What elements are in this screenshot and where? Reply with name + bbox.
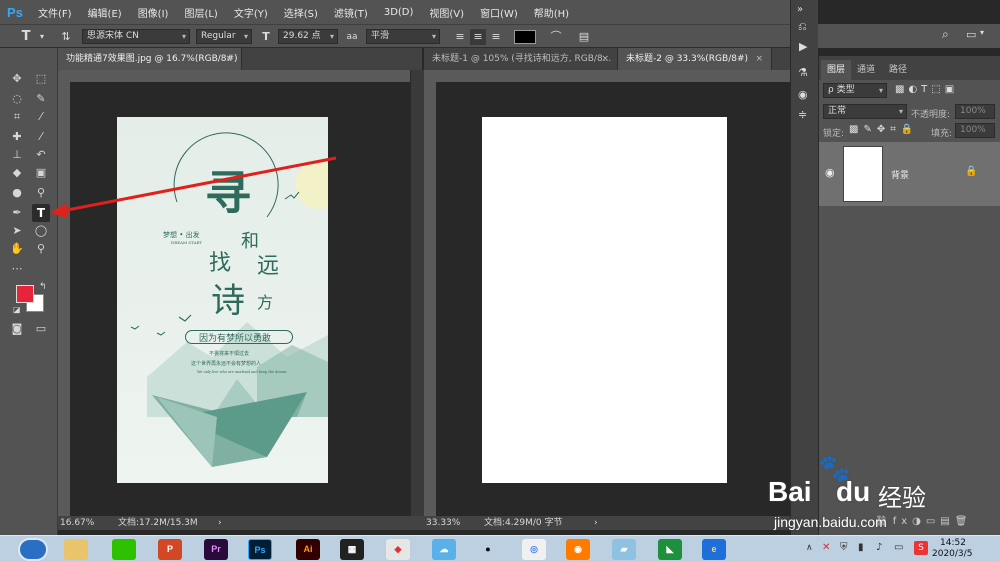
taskbar: P Pr Ps Ai ▦ ◆ ☁ ● ◎ ◉ ▰ ◣ e ∧ ✕ ⛨ ▮ ♪ ▭… bbox=[0, 535, 1000, 562]
chrome-icon[interactable]: ◎ bbox=[522, 539, 546, 560]
watermark-brand-2: du bbox=[836, 476, 871, 507]
watermark-url: jingyan.baidu.com bbox=[774, 514, 887, 530]
file-explorer-icon[interactable] bbox=[64, 539, 88, 560]
clock-date[interactable]: 2020/3/5 bbox=[932, 549, 972, 559]
cloud-app-icon[interactable]: ☁ bbox=[432, 539, 456, 560]
watermark-brand: Bai bbox=[768, 476, 812, 507]
tray-display-icon[interactable]: ▭ bbox=[894, 542, 903, 553]
tray-network-icon[interactable]: ✕ bbox=[822, 542, 830, 553]
wechat-icon[interactable] bbox=[112, 539, 136, 560]
clock-time[interactable]: 14:52 bbox=[940, 538, 966, 548]
browser-icon[interactable]: ◉ bbox=[566, 539, 590, 560]
tray-security-icon[interactable]: ⛨ bbox=[840, 542, 848, 553]
ime-sogou-icon[interactable]: S bbox=[914, 541, 928, 555]
tray-volume-icon[interactable]: ♪ bbox=[876, 542, 882, 553]
notes-app-icon[interactable]: ▰ bbox=[612, 539, 636, 560]
illustrator-icon[interactable]: Ai bbox=[296, 539, 320, 560]
start-button[interactable] bbox=[18, 538, 48, 561]
ie-icon[interactable]: e bbox=[702, 539, 726, 560]
premiere-icon[interactable]: Pr bbox=[204, 539, 228, 560]
color-app-icon[interactable]: ◆ bbox=[386, 539, 410, 560]
video-editor-icon[interactable]: ▦ bbox=[340, 539, 364, 560]
green-app-icon[interactable]: ◣ bbox=[658, 539, 682, 560]
watermark-cn: 经验 bbox=[878, 484, 926, 512]
tray-wifi-icon[interactable]: ▮ bbox=[858, 542, 864, 553]
photoshop-taskbar-icon[interactable]: Ps bbox=[248, 539, 272, 560]
tray-arrow-icon[interactable]: ∧ bbox=[806, 543, 813, 553]
baidu-watermark: 🐾 Bai du 经验 jingyan.baidu.com bbox=[768, 454, 998, 538]
powerpoint-icon[interactable]: P bbox=[158, 539, 182, 560]
qq-icon[interactable]: ● bbox=[476, 539, 500, 560]
foreground-color-swatch[interactable] bbox=[16, 285, 34, 303]
